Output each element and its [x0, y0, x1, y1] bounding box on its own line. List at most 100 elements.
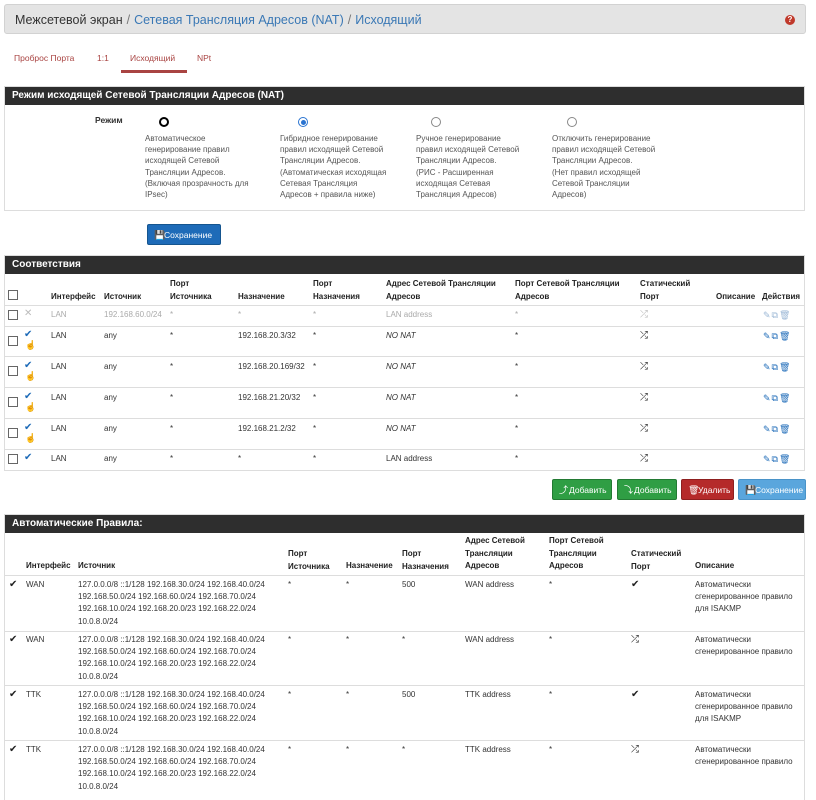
- row-checkbox[interactable]: [8, 397, 18, 407]
- delete-button[interactable]: 🗑 Удалить: [681, 479, 734, 500]
- breadcrumb-nat-link[interactable]: Сетевая Трансляция Адресов (NAT): [134, 13, 344, 27]
- enabled-check-icon[interactable]: ✔: [24, 330, 32, 340]
- enabled-check-icon[interactable]: ✔: [24, 453, 32, 463]
- row-checkbox[interactable]: [8, 336, 18, 346]
- breadcrumb-current[interactable]: Исходящий: [355, 13, 421, 27]
- trash-icon[interactable]: 🗑: [779, 331, 791, 341]
- row-description: Автоматически сгенерированное правило для …: [695, 690, 793, 724]
- row-source: 127.0.0.0/8 ::1/128 192.168.30.0/24 192.…: [78, 690, 265, 736]
- help-icon[interactable]: ?: [785, 15, 795, 25]
- save-icon: 💾: [745, 485, 757, 495]
- drag-hand-icon[interactable]: ☝: [25, 372, 36, 381]
- copy-icon[interactable]: ⧉: [772, 393, 779, 403]
- col-source-port: Порт Источника: [288, 549, 330, 571]
- mode-disabled-description: Отключить генерирование правил исходящей …: [552, 134, 656, 200]
- enabled-check-icon[interactable]: ✔: [24, 361, 32, 371]
- trash-icon[interactable]: 🗑: [779, 310, 791, 320]
- row-source-port: *: [170, 424, 174, 433]
- edit-icon[interactable]: ✎: [763, 362, 772, 372]
- copy-icon[interactable]: ⧉: [772, 424, 779, 434]
- tab-npt[interactable]: NPt: [197, 53, 211, 63]
- edit-icon[interactable]: ✎: [763, 393, 772, 403]
- mode-automatic-description: Автоматическое генерирование правил исходя…: [145, 134, 249, 200]
- shuffle-icon: ⤮: [631, 634, 639, 645]
- trash-icon[interactable]: 🗑: [779, 393, 791, 403]
- drag-hand-icon[interactable]: ☝: [25, 403, 36, 412]
- row-nat-address: WAN address: [465, 635, 515, 644]
- copy-icon[interactable]: ⧉: [772, 362, 779, 372]
- divider: [5, 305, 804, 306]
- divider: [5, 685, 804, 686]
- col-nat-address: Адрес Сетевой Трансляции Адресов: [465, 536, 525, 570]
- row-interface: WAN: [26, 635, 45, 644]
- radio-disabled[interactable]: [567, 117, 577, 127]
- enabled-check-icon[interactable]: ✔: [24, 392, 32, 402]
- edit-icon[interactable]: ✎: [763, 331, 772, 341]
- shuffle-icon: ⤮: [631, 744, 639, 755]
- drag-hand-icon[interactable]: ☝: [25, 434, 36, 443]
- row-checkbox[interactable]: [8, 454, 18, 464]
- tab-one-to-one[interactable]: 1:1: [97, 53, 109, 63]
- row-source: 127.0.0.0/8 ::1/128 192.168.30.0/24 192.…: [78, 745, 265, 791]
- col-destination: Назначение: [346, 561, 393, 570]
- row-checkbox[interactable]: [8, 310, 18, 320]
- row-checkbox[interactable]: [8, 428, 18, 438]
- row-nat-address: WAN address: [465, 580, 515, 589]
- save-mappings-button[interactable]: 💾 Сохранение: [738, 479, 806, 500]
- row-nat-port: *: [549, 635, 553, 644]
- mode-label: Режим: [95, 115, 123, 125]
- col-description: Описание: [716, 292, 756, 301]
- edit-icon[interactable]: ✎: [763, 454, 772, 464]
- row-source: any: [104, 362, 117, 371]
- automatic-rules-panel: Автоматические Правила: Интерфейс Источн…: [4, 514, 805, 800]
- radio-automatic[interactable]: [159, 117, 169, 127]
- row-interface: LAN: [51, 454, 67, 463]
- save-icon: 💾: [154, 230, 166, 240]
- shuffle-icon: ⤮: [640, 392, 648, 403]
- tab-port-forward[interactable]: Проброс Порта: [14, 53, 74, 63]
- row-source: any: [104, 393, 117, 402]
- edit-icon[interactable]: ✎: [763, 424, 772, 434]
- panel-title: Автоматические Правила:: [5, 515, 804, 533]
- tab-outbound[interactable]: Исходящий: [130, 53, 175, 63]
- shuffle-icon: ⤮: [640, 330, 648, 341]
- row-nat-port: *: [515, 362, 519, 371]
- check-icon: ✔: [9, 634, 18, 645]
- trash-icon[interactable]: 🗑: [779, 362, 791, 372]
- edit-icon[interactable]: ✎: [763, 310, 772, 320]
- trash-icon[interactable]: 🗑: [779, 424, 791, 434]
- radio-manual[interactable]: [431, 117, 441, 127]
- row-nat-port: *: [515, 331, 519, 340]
- drag-hand-icon[interactable]: ☝: [25, 341, 36, 350]
- col-nat-address: Адрес Сетевой Трансляции Адресов: [386, 279, 496, 301]
- enabled-check-icon[interactable]: ✔: [24, 423, 32, 433]
- row-checkbox[interactable]: [8, 366, 18, 376]
- row-destination-port: *: [402, 745, 406, 754]
- panel-title: Режим исходящей Сетевой Трансляции Адрес…: [5, 87, 804, 105]
- col-destination-port: Порт Назначения: [402, 549, 449, 571]
- col-source-port: Порт Источника: [170, 279, 212, 301]
- add-top-button[interactable]: ⤴ Добавить: [552, 479, 612, 500]
- breadcrumb-root: Межсетевой экран: [15, 13, 123, 27]
- copy-icon[interactable]: ⧉: [772, 310, 779, 320]
- copy-icon[interactable]: ⧉: [772, 454, 779, 464]
- add-bottom-button[interactable]: ⤵ Добавить: [617, 479, 677, 500]
- col-interface: Интерфейс: [51, 292, 96, 301]
- row-nat-port: *: [515, 454, 519, 463]
- row-description: Автоматически сгенерированное правило: [695, 635, 793, 657]
- copy-icon[interactable]: ⧉: [772, 331, 779, 341]
- row-interface: LAN: [51, 362, 67, 371]
- row-interface: LAN: [51, 310, 67, 319]
- row-destination-port: *: [313, 362, 317, 371]
- select-all-checkbox[interactable]: [8, 290, 18, 300]
- row-interface: LAN: [51, 331, 67, 340]
- save-mode-button[interactable]: 💾 Сохранение: [147, 224, 221, 245]
- trash-icon[interactable]: 🗑: [779, 454, 791, 464]
- divider: [5, 356, 804, 357]
- row-nat-address: NO NAT: [386, 393, 416, 402]
- check-icon: ✔: [9, 689, 18, 700]
- radio-hybrid[interactable]: [298, 117, 308, 127]
- disabled-x-icon[interactable]: ✕: [24, 309, 32, 319]
- divider: [5, 449, 804, 450]
- shuffle-icon: ⤮: [640, 423, 648, 434]
